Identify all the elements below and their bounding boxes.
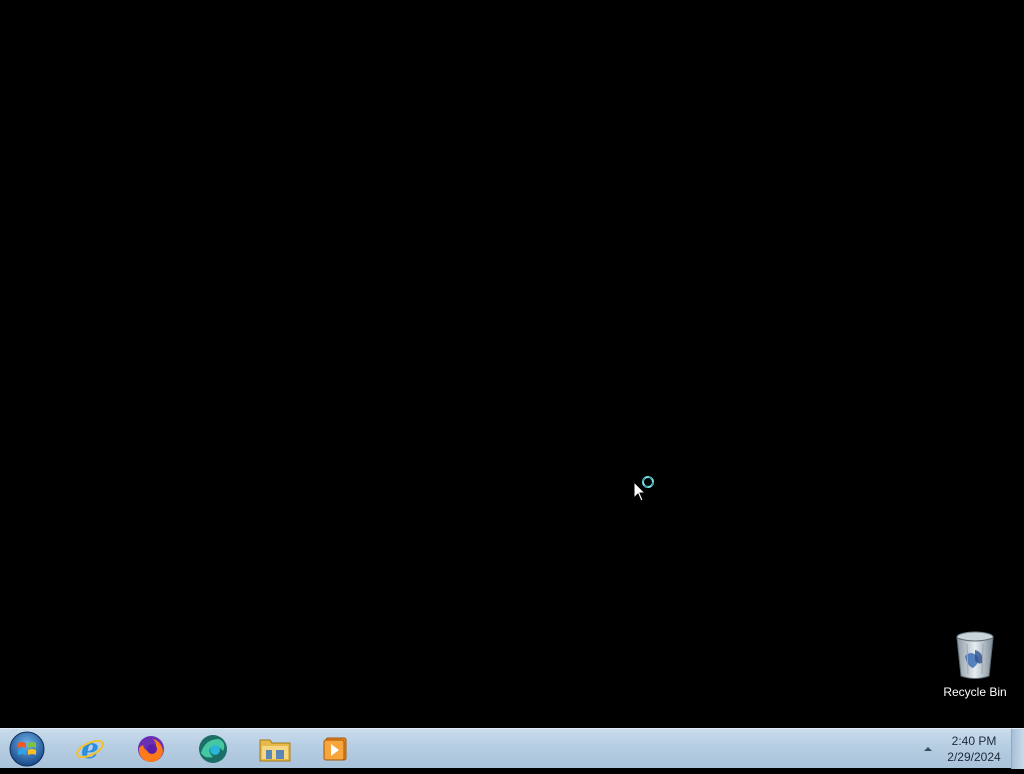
show-hidden-icons-button[interactable] bbox=[921, 742, 935, 756]
show-desktop-button[interactable] bbox=[1011, 729, 1024, 769]
system-clock[interactable]: 2:40 PM 2/29/2024 bbox=[940, 733, 1008, 765]
pinned-internet-explorer[interactable]: e bbox=[62, 730, 118, 767]
pinned-firefox[interactable] bbox=[123, 730, 179, 767]
pinned-media-player[interactable] bbox=[307, 730, 363, 767]
clock-time: 2:40 PM bbox=[951, 734, 997, 748]
media-player-icon bbox=[323, 737, 347, 760]
busy-pointer-icon bbox=[633, 474, 659, 502]
recycle-bin-icon bbox=[951, 630, 999, 682]
start-button[interactable] bbox=[4, 729, 50, 769]
folder-icon bbox=[259, 739, 291, 761]
recycle-bin-shortcut[interactable]: Recycle Bin bbox=[937, 628, 1013, 702]
windows-start-orb-icon bbox=[9, 731, 45, 767]
recycle-bin-label: Recycle Bin bbox=[943, 685, 1007, 699]
chevron-up-icon bbox=[924, 747, 932, 751]
pinned-browser[interactable] bbox=[185, 730, 241, 767]
svg-text:e: e bbox=[81, 733, 99, 765]
desktop[interactable]: Recycle Bin bbox=[0, 0, 1024, 728]
browser-icon bbox=[199, 734, 227, 763]
taskbar: e 2:40 PM 2/29/2024 bbox=[0, 728, 1024, 769]
internet-explorer-icon: e bbox=[76, 733, 104, 765]
firefox-icon bbox=[138, 735, 164, 762]
clock-date: 2/29/2024 bbox=[947, 750, 1001, 764]
pinned-windows-explorer[interactable] bbox=[247, 730, 303, 767]
